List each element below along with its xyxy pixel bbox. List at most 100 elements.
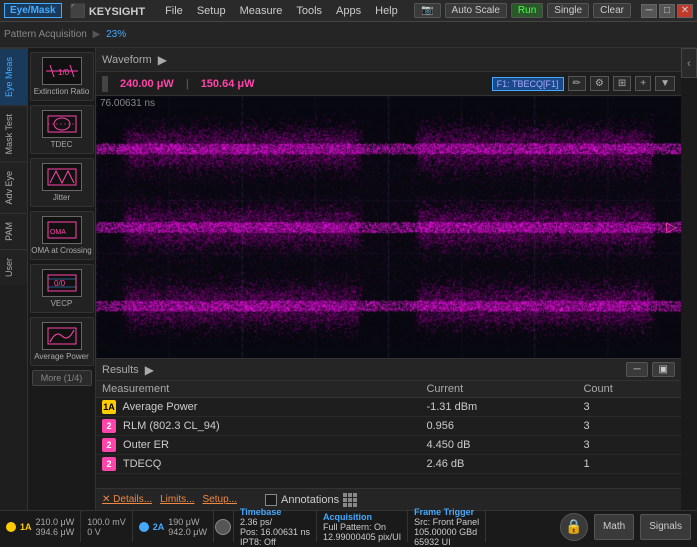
svg-text:1/0: 1/0: [58, 68, 70, 77]
minimize-button[interactable]: ─: [641, 4, 657, 18]
panel-item-tdec[interactable]: TDEC: [30, 105, 94, 154]
power-display-2: 150.64 μW: [201, 78, 255, 90]
results-header: Results ▶ ─ ▣: [96, 359, 681, 381]
sidebar-tab-pam[interactable]: PAM: [0, 213, 27, 249]
breadcrumb-part1: Pattern Acquisition: [4, 29, 87, 40]
close-button[interactable]: ✕: [677, 4, 693, 18]
limits-button[interactable]: Limits...: [160, 494, 194, 505]
svg-text:OMA: OMA: [50, 229, 66, 236]
timebase-label: Timebase: [240, 507, 310, 517]
oma-crossing-icon: OMA: [42, 216, 82, 244]
timestamp-label: 76.00631 ns: [100, 98, 155, 109]
panel-item-jitter[interactable]: Jitter: [30, 158, 94, 207]
acquisition-value1: Full Pattern: On: [323, 522, 401, 532]
measurement-cell: 2 RLM (802.3 CL_94): [96, 417, 420, 436]
frame-trigger-value2: 105.00000 GBd: [414, 527, 479, 537]
frame-trigger-value1: Src: Front Panel: [414, 517, 479, 527]
current-cell: 0.956: [420, 417, 577, 436]
acquisition-group: Acquisition Full Pattern: On 12.99000405…: [317, 511, 408, 542]
timebase-value2: Pos: 16.00631 ns: [240, 527, 310, 537]
ch2a-indicator: [139, 522, 149, 532]
menu-apps[interactable]: Apps: [330, 3, 367, 19]
details-button[interactable]: ✕ Details...: [102, 494, 152, 505]
table-row: 2 RLM (802.3 CL_94) 0.956 3: [96, 417, 681, 436]
clear-button[interactable]: Clear: [593, 3, 631, 18]
ch1a-values: 210.0 μW 394.6 μW: [36, 517, 75, 537]
col-count: Count: [577, 381, 681, 398]
menu-file[interactable]: File: [159, 3, 189, 19]
main-layout: Eye Meas Mask Test Adv Eye PAM User 1/0 …: [0, 48, 697, 510]
menu-tools[interactable]: Tools: [290, 3, 328, 19]
results-label: Results: [102, 364, 139, 376]
menu-setup[interactable]: Setup: [191, 3, 232, 19]
menu-help[interactable]: Help: [369, 3, 404, 19]
math-button[interactable]: Math: [594, 514, 634, 540]
average-power-icon: [42, 322, 82, 350]
results-play-button[interactable]: ▶: [145, 363, 154, 377]
panel-item-extinction-ratio[interactable]: 1/0 Extinction Ratio: [30, 52, 94, 101]
menu-measure[interactable]: Measure: [234, 3, 289, 19]
power-display-1: 240.00 μW: [120, 78, 174, 90]
menu-bar: File Setup Measure Tools Apps Help: [159, 3, 414, 19]
more-button[interactable]: More (1/4): [32, 370, 92, 386]
measurement-badge: 1A: [102, 400, 116, 414]
run-button[interactable]: Run: [511, 3, 543, 18]
lock-button[interactable]: 🔒: [560, 513, 588, 541]
signal-settings-button[interactable]: ⚙: [590, 76, 609, 91]
app-logo: Eye/Mask ⬛ KEYSIGHT: [4, 3, 153, 19]
annotations-area: Annotations: [265, 493, 357, 507]
setup-button[interactable]: Setup...: [203, 494, 237, 505]
count-cell: 3: [577, 398, 681, 417]
count-cell: 1: [577, 455, 681, 474]
center-area: Waveform ▶ 240.00 μW | 150.64 μW F1: TBE…: [96, 48, 681, 510]
frame-trigger-group: Frame Trigger Src: Front Panel 105.00000…: [408, 511, 486, 542]
status-ch1a: 1A 210.0 μW 394.6 μW: [0, 511, 81, 542]
measurement-badge: 2: [102, 438, 116, 452]
annotations-label: Annotations: [281, 494, 339, 506]
panel-item-oma-crossing[interactable]: OMA OMA at Crossing: [30, 211, 94, 260]
results-expand-button[interactable]: ▣: [652, 362, 675, 377]
signal-add-button[interactable]: +: [635, 76, 651, 91]
results-collapse-button[interactable]: ─: [626, 362, 647, 377]
waveform-play-button[interactable]: ▶: [158, 53, 167, 67]
jitter-label: Jitter: [53, 193, 70, 202]
ch1b-values: 100.0 mV 0 V: [87, 517, 126, 537]
status-ch1b: 100.0 mV 0 V: [81, 511, 133, 542]
waveform-label: Waveform: [102, 54, 152, 66]
signal-menu-button[interactable]: ⊞: [613, 76, 631, 91]
edit-signal-button[interactable]: ✏: [568, 76, 586, 91]
bottom-toolbar: ✕ Details... Limits... Setup... Annotati…: [96, 488, 681, 510]
vecp-label: VECP: [51, 299, 73, 308]
waveform-header: Waveform ▶: [96, 48, 681, 72]
grid-layout-button[interactable]: [343, 493, 357, 507]
vecp-icon: 0/0: [42, 269, 82, 297]
maximize-button[interactable]: □: [659, 4, 675, 18]
channel-badge[interactable]: F1: TBECQ[F1]: [492, 77, 564, 91]
sidebar-tab-eye-meas[interactable]: Eye Meas: [0, 48, 27, 105]
title-bar: Eye/Mask ⬛ KEYSIGHT File Setup Measure T…: [0, 0, 697, 22]
keysight-logo: ⬛ KEYSIGHT: [70, 3, 145, 19]
col-measurement: Measurement: [96, 381, 420, 398]
tdec-icon: [42, 110, 82, 138]
signals-button[interactable]: Signals: [640, 514, 691, 540]
sidebar-tab-adv-eye[interactable]: Adv Eye: [0, 162, 27, 213]
single-button[interactable]: Single: [547, 3, 589, 18]
signal-expand-button[interactable]: ▼: [655, 76, 675, 91]
auto-scale-button[interactable]: Auto Scale: [445, 3, 507, 18]
panel-item-average-power[interactable]: Average Power: [30, 317, 94, 366]
jitter-icon: [42, 163, 82, 191]
sidebar-tab-mask-test[interactable]: Mask Test: [0, 105, 27, 162]
ch2a-settings-button[interactable]: [215, 519, 231, 535]
sidebar-tab-user[interactable]: User: [0, 249, 27, 285]
scroll-arrow-right[interactable]: ▷: [666, 219, 677, 236]
acquisition-label: Acquisition: [323, 512, 401, 522]
collapse-handle[interactable]: ‹: [681, 48, 697, 78]
app-title: Eye/Mask: [4, 3, 62, 18]
eye-canvas: [96, 96, 681, 358]
oma-crossing-label: OMA at Crossing: [31, 246, 91, 255]
annotations-checkbox[interactable]: [265, 494, 277, 506]
panel-item-vecp[interactable]: 0/0 VECP: [30, 264, 94, 313]
frame-trigger-label: Frame Trigger: [414, 507, 479, 517]
signal-controls: F1: TBECQ[F1] ✏ ⚙ ⊞ + ▼: [492, 76, 675, 91]
camera-button[interactable]: 📷: [414, 3, 440, 18]
